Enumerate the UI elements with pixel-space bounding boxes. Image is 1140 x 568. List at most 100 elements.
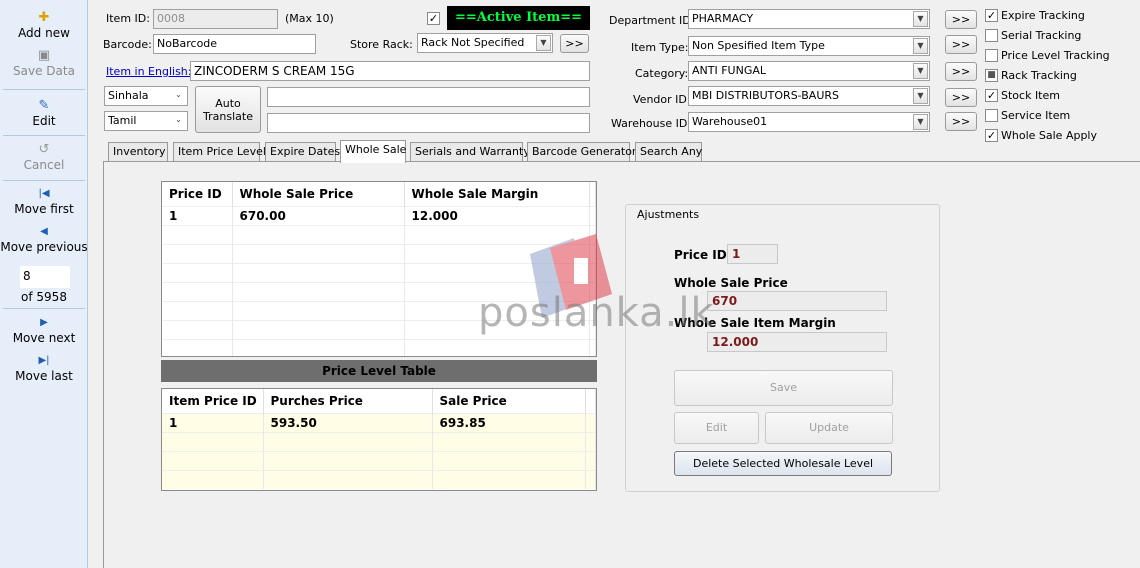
empty-row bbox=[162, 469, 596, 489]
price-level-tracking-checkbox[interactable] bbox=[985, 49, 998, 62]
vendor-more-button[interactable]: >> bbox=[945, 88, 977, 107]
item-in-english-link[interactable]: Item in English: bbox=[106, 65, 192, 78]
tab-inventory[interactable]: Inventory bbox=[108, 142, 168, 162]
navigation-sidebar: ✚ Add new ▣ Save Data ✎ Edit ↺ Cancel |◀… bbox=[0, 0, 88, 568]
category-label: Category: bbox=[635, 67, 689, 80]
empty-row bbox=[162, 431, 596, 451]
barcode-field[interactable]: NoBarcode bbox=[153, 34, 316, 54]
item-name-english-field[interactable]: ZINCODERM S CREAM 15G bbox=[190, 61, 590, 81]
chevron-down-icon: ⌄ bbox=[175, 115, 182, 124]
chevron-down-icon: ▼ bbox=[536, 35, 551, 51]
price-level-grid[interactable]: Item Price ID Purches Price Sale Price 1… bbox=[161, 388, 597, 491]
department-more-button[interactable]: >> bbox=[945, 10, 977, 29]
item-type-select[interactable]: Non Spesified Item Type ▼ bbox=[688, 36, 930, 56]
wholesale-margin-field[interactable]: 12.000 bbox=[707, 332, 887, 352]
item-name-language1-field[interactable] bbox=[267, 87, 590, 107]
edit-icon: ✎ bbox=[38, 98, 50, 113]
watermark-text: poslanka.lk bbox=[478, 290, 715, 336]
service-item-checkbox[interactable] bbox=[985, 109, 998, 122]
add-new-button[interactable]: ✚ Add new bbox=[0, 10, 88, 40]
column-header[interactable]: Whole Sale Price bbox=[232, 182, 405, 206]
record-number-input[interactable]: 8 bbox=[20, 266, 70, 288]
move-next-button[interactable]: ▶ Move next bbox=[0, 315, 88, 345]
category-more-button[interactable]: >> bbox=[945, 62, 977, 81]
table-cell[interactable]: 593.50 bbox=[263, 412, 433, 432]
previous-icon: ◀ bbox=[40, 226, 48, 237]
tab-search-any[interactable]: Search Any bbox=[635, 142, 702, 162]
item-id-field[interactable]: 0008 bbox=[153, 9, 278, 29]
chevron-down-icon: ⌄ bbox=[175, 90, 182, 99]
undo-icon: ↺ bbox=[38, 142, 50, 157]
active-item-badge: ==Active Item== bbox=[447, 6, 590, 30]
store-rack-more-button[interactable]: >> bbox=[560, 34, 589, 53]
move-previous-button[interactable]: ◀ Move previous bbox=[0, 224, 88, 254]
column-header[interactable]: Price ID bbox=[162, 182, 233, 206]
table-cell[interactable]: 670.00 bbox=[232, 205, 405, 225]
table-row[interactable]: 1 670.00 12.000 bbox=[162, 205, 596, 225]
item-type-more-button[interactable]: >> bbox=[945, 35, 977, 54]
divider bbox=[3, 135, 85, 136]
department-id-select[interactable]: PHARMACY ▼ bbox=[688, 9, 930, 29]
language1-select[interactable]: Sinhala ⌄ bbox=[104, 86, 188, 106]
warehouse-more-button[interactable]: >> bbox=[945, 112, 977, 131]
table-cell[interactable]: 1 bbox=[162, 412, 264, 432]
column-header[interactable]: Whole Sale Margin bbox=[404, 182, 590, 206]
category-select[interactable]: ANTI FUNGAL ▼ bbox=[688, 61, 930, 81]
adjustments-title: Ajustments bbox=[637, 208, 700, 221]
move-first-button[interactable]: |◀ Move first bbox=[0, 186, 88, 216]
expire-tracking-checkbox[interactable]: ✓ bbox=[985, 9, 998, 22]
save-data-button[interactable]: ▣ Save Data bbox=[0, 48, 88, 78]
item-type-label: Item Type: bbox=[631, 41, 689, 54]
tab-expire-dates[interactable]: Expire Dates bbox=[265, 142, 340, 162]
vendor-id-label: Vendor ID: bbox=[633, 93, 691, 106]
tab-item-price-level[interactable]: Item Price Level bbox=[173, 142, 266, 162]
vendor-id-select[interactable]: MBI DISTRIBUTORS-BAURS ▼ bbox=[688, 86, 930, 106]
stock-item-label: Stock Item bbox=[1001, 89, 1060, 102]
store-rack-select[interactable]: Rack Not Specified ▼ bbox=[417, 33, 553, 53]
column-header[interactable]: Sale Price bbox=[432, 389, 586, 413]
edit-button[interactable]: Edit bbox=[674, 412, 759, 444]
table-cell[interactable]: 1 bbox=[162, 205, 233, 225]
delete-wholesale-level-button[interactable]: Delete Selected Wholesale Level bbox=[674, 451, 892, 476]
move-last-button[interactable]: ▶| Move last bbox=[0, 353, 88, 383]
update-button[interactable]: Update bbox=[765, 412, 893, 444]
edit-button[interactable]: ✎ Edit bbox=[0, 98, 88, 128]
serial-tracking-label: Serial Tracking bbox=[1001, 29, 1082, 42]
next-icon: ▶ bbox=[40, 317, 48, 328]
tab-barcode-generator[interactable]: Barcode Generator bbox=[527, 142, 636, 162]
stock-item-checkbox[interactable]: ✓ bbox=[985, 89, 998, 102]
table-cell[interactable]: 693.85 bbox=[432, 412, 586, 432]
column-header[interactable]: Item Price ID bbox=[162, 389, 264, 413]
item-name-language2-field[interactable] bbox=[267, 113, 590, 133]
empty-row bbox=[162, 450, 596, 470]
store-rack-label: Store Rack: bbox=[350, 38, 413, 51]
item-id-label: Item ID: bbox=[106, 12, 150, 25]
tab-whole-sale[interactable]: Whole Sale bbox=[340, 140, 406, 163]
language2-select[interactable]: Tamil ⌄ bbox=[104, 111, 188, 131]
serial-tracking-checkbox[interactable] bbox=[985, 29, 998, 42]
wholesale-price-field[interactable]: 670 bbox=[707, 291, 887, 311]
empty-row bbox=[162, 338, 596, 356]
whole-sale-apply-checkbox[interactable]: ✓ bbox=[985, 129, 998, 142]
table-row[interactable]: 1 593.50 693.85 bbox=[162, 412, 596, 432]
last-icon: ▶| bbox=[38, 355, 50, 366]
chevron-down-icon: ▼ bbox=[913, 38, 928, 54]
price-id-field[interactable]: 1 bbox=[727, 244, 778, 264]
column-header[interactable]: Purches Price bbox=[263, 389, 433, 413]
rack-tracking-checkbox[interactable]: ■ bbox=[985, 69, 998, 82]
department-id-label: Department ID: bbox=[609, 14, 695, 27]
tab-serials-and-warranty[interactable]: Serials and Warranty bbox=[410, 142, 530, 162]
active-item-checkbox[interactable]: ✓ bbox=[427, 12, 440, 25]
price-id-label: Price ID bbox=[674, 248, 727, 262]
first-icon: |◀ bbox=[38, 188, 50, 199]
warehouse-id-select[interactable]: Warehouse01 ▼ bbox=[688, 112, 930, 132]
cancel-button[interactable]: ↺ Cancel bbox=[0, 142, 88, 172]
save-icon: ▣ bbox=[37, 48, 51, 63]
expire-tracking-label: Expire Tracking bbox=[1001, 9, 1085, 22]
chevron-down-icon: ▼ bbox=[913, 114, 928, 130]
save-button[interactable]: Save bbox=[674, 370, 893, 406]
whole-sale-apply-label: Whole Sale Apply bbox=[1001, 129, 1097, 142]
auto-translate-button[interactable]: Auto Translate bbox=[195, 86, 261, 133]
chevron-down-icon: ▼ bbox=[913, 88, 928, 104]
table-cell[interactable]: 12.000 bbox=[404, 205, 590, 225]
